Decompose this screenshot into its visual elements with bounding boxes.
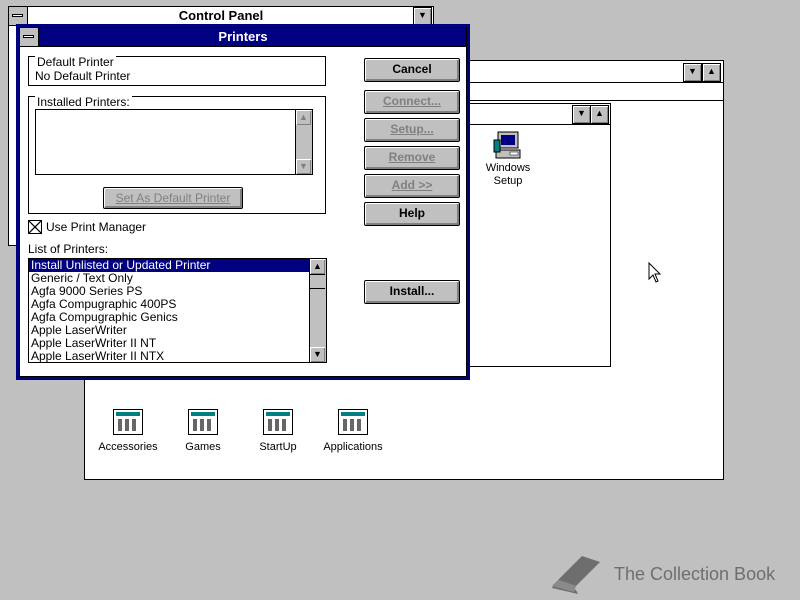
default-printer-label: Default Printer: [35, 55, 116, 69]
games-group-icon[interactable]: [188, 409, 218, 435]
remove-button-label: Remove: [388, 150, 436, 164]
mouse-cursor-icon: [648, 262, 662, 283]
help-button-label: Help: [398, 206, 425, 220]
printer-list-scroll-thumb[interactable]: [310, 274, 325, 289]
startup-group-icon[interactable]: [263, 409, 293, 435]
printers-titlebar[interactable]: Printers: [20, 28, 466, 47]
add-button-label: Add >>: [391, 178, 433, 192]
list-of-printers[interactable]: Install Unlisted or Updated Printer Gener…: [28, 258, 327, 363]
program-manager-maximize-button[interactable]: ▲: [702, 63, 721, 82]
install-button[interactable]: Install...: [364, 280, 460, 304]
cancel-button[interactable]: Cancel: [364, 58, 460, 82]
setup-button[interactable]: Setup...: [364, 118, 460, 142]
add-button[interactable]: Add >>: [364, 174, 460, 198]
watermark: The Collection Book: [548, 548, 792, 598]
connect-button-label: Connect...: [382, 94, 441, 108]
installed-up-arrow-icon[interactable]: ▲: [296, 110, 311, 125]
applications-group-icon[interactable]: [338, 409, 368, 435]
printers-system-menu[interactable]: [20, 28, 39, 46]
install-button-label: Install...: [389, 284, 435, 298]
set-default-printer-button[interactable]: Set As Default Printer: [103, 187, 243, 209]
control-panel-system-menu[interactable]: [9, 7, 28, 25]
printers-title: Printers: [218, 29, 268, 44]
accessories-group-label[interactable]: Accessories: [93, 441, 163, 454]
use-print-manager-checkbox[interactable]: [28, 220, 42, 234]
printer-list-item[interactable]: Apple LaserWriter II NTX: [29, 350, 310, 363]
installed-printers-label: Installed Printers:: [35, 95, 132, 109]
installed-down-arrow-icon[interactable]: ▼: [296, 159, 311, 174]
applications-group-label[interactable]: Applications: [318, 441, 388, 454]
windows-setup-icon[interactable]: [492, 130, 524, 162]
printer-list-items: Install Unlisted or Updated Printer Gener…: [29, 259, 310, 363]
installed-printers-list[interactable]: ▲ ▼: [35, 109, 313, 175]
printer-list-scrollbar[interactable]: ▲ ▼: [309, 259, 326, 362]
main-group-minimize-button[interactable]: ▼: [572, 105, 591, 124]
remove-button[interactable]: Remove: [364, 146, 460, 170]
program-manager-minimize-button[interactable]: ▼: [683, 63, 702, 82]
printers-dialog-body: Printers Default Printer No Default Prin…: [19, 27, 467, 377]
checkbox-check-icon: [28, 220, 42, 234]
windows-setup-label: Windows Setup: [485, 162, 531, 187]
control-panel-title: Control Panel: [178, 8, 264, 23]
games-group-label[interactable]: Games: [168, 441, 238, 454]
printer-list-down-arrow-icon[interactable]: ▼: [310, 347, 325, 362]
printer-list-up-arrow-icon[interactable]: ▲: [310, 259, 325, 274]
main-group-maximize-button[interactable]: ▲: [590, 105, 609, 124]
startup-group-label[interactable]: StartUp: [243, 441, 313, 454]
installed-printers-scrollbar[interactable]: ▲ ▼: [295, 110, 312, 174]
default-printer-value: No Default Printer: [35, 69, 131, 83]
connect-button[interactable]: Connect...: [364, 90, 460, 114]
watermark-text: The Collection Book: [614, 564, 776, 584]
use-print-manager-label[interactable]: Use Print Manager: [46, 220, 146, 234]
default-printer-group: Default Printer No Default Printer: [28, 55, 326, 86]
book-icon: [552, 556, 600, 594]
printers-dialog: Printers Default Printer No Default Prin…: [16, 24, 470, 380]
setup-button-label: Setup...: [390, 122, 434, 136]
set-default-printer-label: Set As Default Printer: [115, 191, 231, 205]
help-button[interactable]: Help: [364, 202, 460, 226]
accessories-group-icon[interactable]: [113, 409, 143, 435]
installed-printers-group: Installed Printers: ▲ ▼ Set As Default P…: [28, 95, 326, 214]
list-of-printers-label: List of Printers:: [28, 242, 109, 256]
